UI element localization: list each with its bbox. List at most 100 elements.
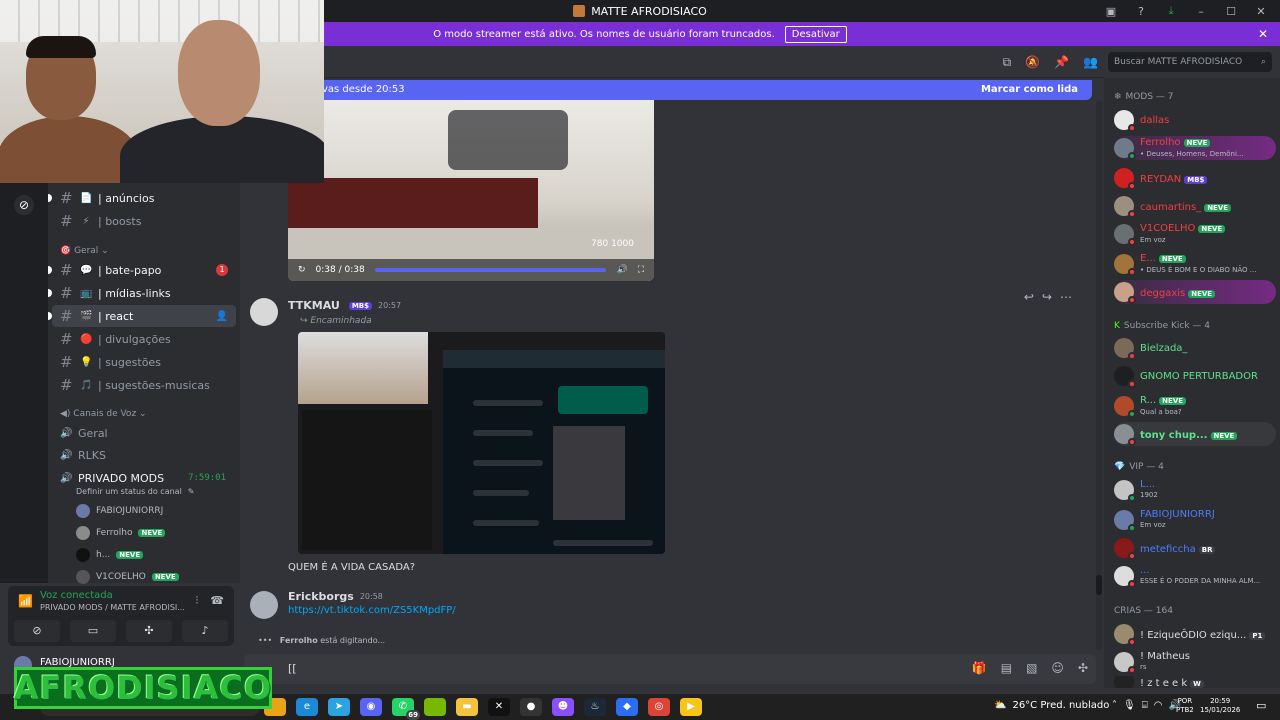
threads-icon[interactable]: ⧉ — [1003, 55, 1012, 70]
system-clock[interactable]: 20:59 15/01/2026 — [1200, 697, 1240, 715]
category-geral[interactable]: 🎯 Geral ⌄ — [60, 246, 109, 256]
mic-icon[interactable]: 🎙 — [1123, 700, 1136, 711]
disconnect-icon[interactable]: ☎ — [210, 594, 224, 608]
disable-streamer-button[interactable]: Desativar — [784, 25, 847, 43]
obs-icon[interactable]: ● — [520, 698, 542, 716]
member-row[interactable]: V1COELHO NEVE Em voz — [1114, 222, 1276, 246]
channel-divulgacoes[interactable]: # 🔴 | divulgações — [52, 328, 236, 350]
member-list-icon[interactable]: 👥 — [1083, 55, 1098, 70]
member-row[interactable]: ! z t e e kW — [1114, 676, 1276, 688]
channel-boosts[interactable]: # ⚡ | boosts — [52, 210, 236, 232]
member-row[interactable]: Ferrolho NEVE • Deuses, Homens, Demôni... — [1114, 136, 1276, 160]
gift-icon[interactable]: 🎁 — [972, 661, 987, 675]
member-row[interactable]: Bielzada_ — [1114, 336, 1276, 360]
nvidia-icon[interactable] — [424, 698, 446, 716]
message-link[interactable]: https://vt.tiktok.com/ZS5KMpdFP/ — [288, 605, 456, 616]
maximize-button[interactable]: ☐ — [1218, 5, 1244, 18]
download-icon[interactable]: ⤓ — [1158, 4, 1184, 18]
channel-react[interactable]: # 🎬 | react 👤 — [48, 305, 236, 327]
message-author[interactable]: TTKMAU — [288, 299, 340, 312]
member-row[interactable]: E... NEVE • DEUS É BOM E O DIABO NÃO ... — [1114, 252, 1276, 276]
voice-channel-rlks[interactable]: 🔊 RLKS — [52, 444, 236, 466]
mark-as-read-button[interactable]: Marcar como lida — [981, 84, 1078, 95]
forward-icon[interactable]: ↪ — [1042, 290, 1052, 304]
whatsapp-icon[interactable]: ✆ 69 — [392, 698, 420, 720]
file-explorer-icon[interactable]: ▬ — [456, 698, 478, 716]
edge-icon[interactable]: e — [296, 698, 318, 716]
member-row[interactable]: REYDAN MB$ — [1114, 166, 1276, 190]
screen-share-button[interactable]: ▭ — [70, 620, 116, 642]
media-icon[interactable]: ▶ — [680, 698, 702, 716]
member-row[interactable]: tony chup... NEVE — [1114, 422, 1276, 446]
message-scrollbar[interactable] — [1096, 100, 1102, 650]
help-icon[interactable]: ? — [1128, 5, 1154, 18]
camera-off-button[interactable]: ⊘ — [14, 620, 60, 642]
voice-user[interactable]: V1COELHO NEVE — [76, 570, 179, 584]
telegram-icon[interactable]: ➤ — [328, 698, 350, 716]
weather-widget[interactable]: ⛅ 26°C Pred. nublado — [994, 700, 1109, 711]
network-icon[interactable]: ⌸ — [1142, 700, 1148, 711]
channel-bate-papo[interactable]: # 💬 | bate-papo 1 — [48, 259, 236, 281]
server-boost-icon[interactable]: ⊘ — [14, 195, 34, 215]
member-row[interactable]: FABIOJUNIORRJ Em voz — [1114, 508, 1276, 532]
apps-icon[interactable]: ✣ — [1078, 661, 1088, 675]
message-author[interactable]: Erickborgs — [288, 590, 354, 603]
replay-icon[interactable]: ↻ — [298, 265, 306, 275]
app-icon[interactable]: ◆ — [616, 698, 638, 716]
activities-button[interactable]: ✣ — [126, 620, 172, 642]
soundboard-button[interactable]: ♪ — [182, 620, 228, 642]
chrome-icon-2[interactable]: ◎ — [648, 698, 670, 716]
member-row[interactable]: ! EziqueÔDIO eziqu... P1 — [1114, 622, 1276, 646]
emoji-icon[interactable]: ☺ — [1051, 661, 1064, 675]
member-row[interactable]: ... ESSE É O PODER DA MINHA ALM... — [1114, 564, 1276, 588]
discord-icon[interactable]: ◉ — [360, 698, 382, 716]
more-icon[interactable]: ⋯ — [1060, 290, 1072, 304]
member-row[interactable]: L... 1902 — [1114, 478, 1276, 502]
chat-app-icon[interactable]: ☻ — [552, 698, 574, 716]
pin-icon[interactable]: 📌 — [1054, 55, 1069, 70]
voice-channel-geral[interactable]: 🔊 Geral — [52, 422, 236, 444]
tray-expand-icon[interactable]: ˄ — [1112, 700, 1117, 711]
volume-icon[interactable]: 🔊 — [616, 265, 627, 275]
reply-icon[interactable]: ↩ — [1024, 290, 1034, 304]
fullscreen-icon[interactable]: ⛶ — [638, 265, 644, 275]
voice-location[interactable]: PRIVADO MODS / MATTE AFRODISI... — [40, 603, 185, 612]
mute-icon[interactable]: 🔕 — [1025, 55, 1040, 70]
notifications-icon[interactable]: ▭ — [1256, 699, 1266, 712]
wifi-icon[interactable]: ◠ — [1154, 700, 1163, 711]
language-indicator[interactable]: POR PTB2 — [1176, 697, 1194, 715]
member-row[interactable]: dallas — [1114, 108, 1276, 132]
inbox-icon[interactable]: ▣ — [1098, 5, 1124, 18]
video-progress-bar[interactable] — [374, 268, 607, 272]
new-messages-bar[interactable]: vas desde 20:53 Marcar como lida — [304, 80, 1092, 100]
search-input[interactable]: Buscar MATTE AFRODISIACO ⌕ — [1108, 52, 1272, 72]
member-row[interactable]: ! Matheus rs — [1114, 650, 1276, 674]
steam-icon[interactable]: ♨ — [584, 698, 606, 716]
capcut-icon[interactable]: ✕ — [488, 698, 510, 716]
close-window-button[interactable]: ✕ — [1248, 5, 1274, 18]
scrollbar-thumb[interactable] — [1096, 575, 1102, 595]
channel-status-hint[interactable]: Definir um status do canal ✎ — [76, 487, 195, 496]
member-row[interactable]: GNOMO PERTURBADOR — [1114, 364, 1276, 388]
voice-user[interactable]: FABIOJUNIORRJ — [76, 504, 163, 518]
close-banner-icon[interactable]: ✕ — [1258, 27, 1268, 41]
video-attachment[interactable]: 780 1000 ↻ 0:38 / 0:38 🔊 ⛶ — [288, 100, 654, 281]
member-row[interactable]: deggaxis NEVE — [1114, 280, 1276, 304]
noise-suppression-icon[interactable]: ⫶ — [196, 594, 199, 608]
member-row[interactable]: caumartins_ NEVE — [1114, 194, 1276, 218]
minimize-button[interactable]: – — [1188, 5, 1214, 18]
voice-channel-privado-mods[interactable]: 🔊 PRIVADO MODS 7:59:01 — [52, 467, 236, 489]
avatar[interactable] — [250, 298, 278, 326]
category-voice[interactable]: ◀) Canais de Voz ⌄ — [60, 409, 147, 419]
voice-status[interactable]: Voz conectada — [40, 590, 113, 601]
voice-user[interactable]: h... NEVE — [76, 548, 144, 562]
channel-midias-links[interactable]: # 📺 | mídias-links — [48, 282, 236, 304]
gif-icon[interactable]: ▤ — [1001, 661, 1012, 675]
member-row[interactable]: meteficcha BR — [1114, 536, 1276, 560]
channel-anuncios[interactable]: # 📄 | anúncios — [48, 187, 236, 209]
sticker-icon[interactable]: ▧ — [1026, 661, 1037, 675]
member-row[interactable]: R... NEVE Qual a boa? — [1114, 394, 1276, 418]
voice-user[interactable]: Ferrolho NEVE — [76, 526, 166, 540]
channel-sugestoes-musicas[interactable]: # 🎵 | sugestões-musicas — [52, 374, 236, 396]
image-attachment[interactable] — [298, 332, 665, 554]
